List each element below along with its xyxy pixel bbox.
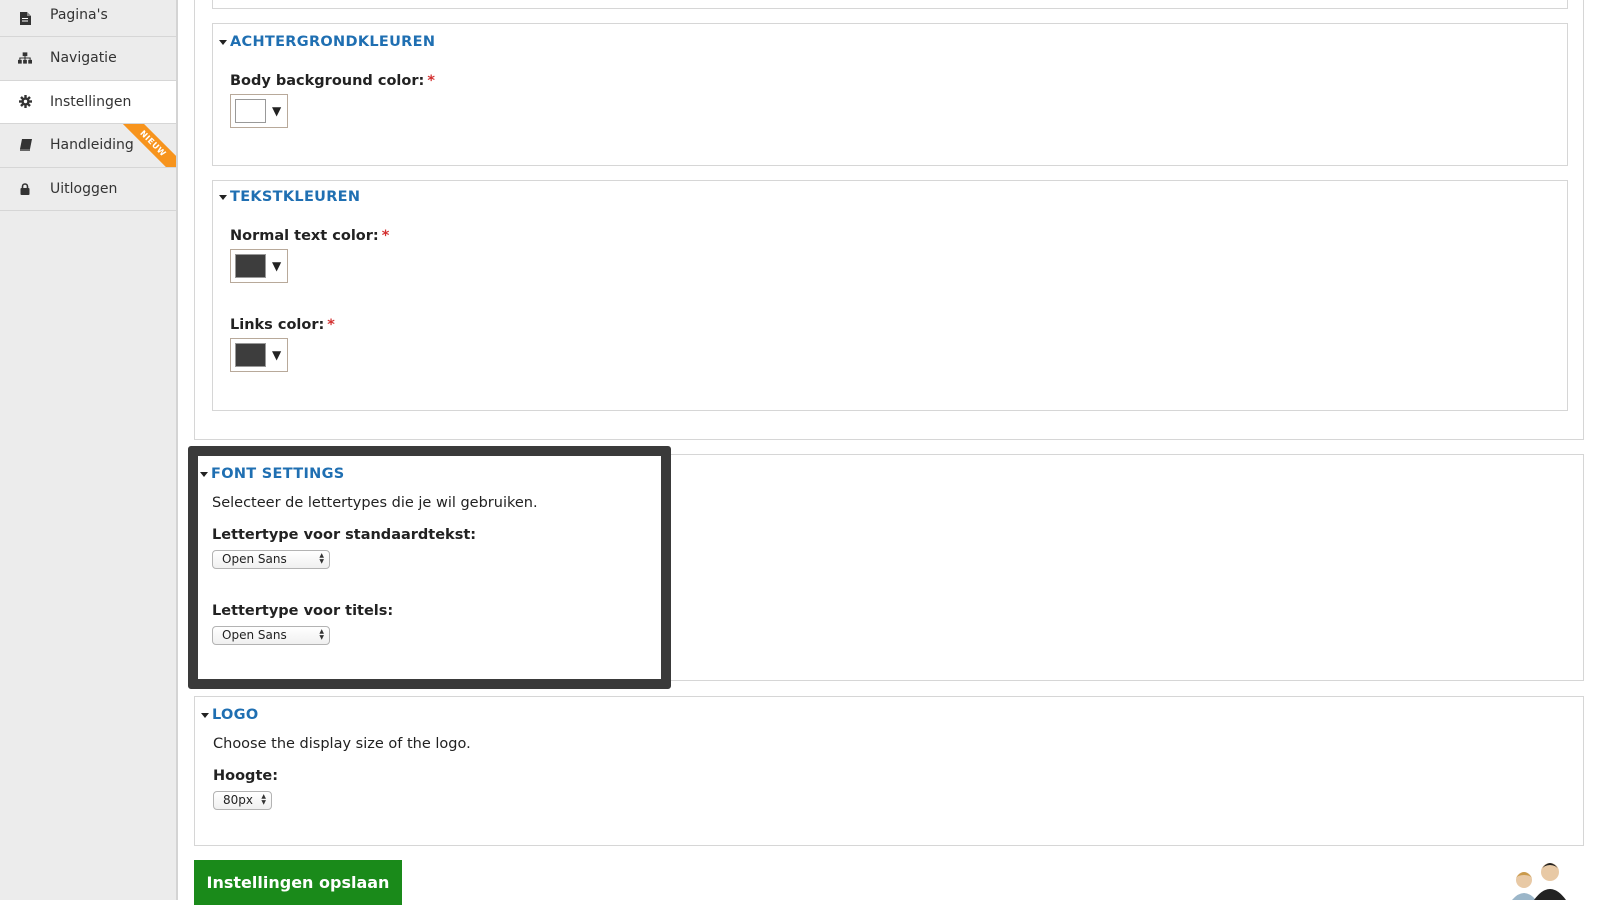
book-icon <box>18 138 32 152</box>
sidebar-item-label: Pagina's <box>50 7 108 23</box>
background-colors-title[interactable]: ACHTERGRONDKLEUREN <box>219 34 435 50</box>
background-colors-panel: ACHTERGRONDKLEUREN Body background color… <box>212 23 1568 166</box>
logo-description: Choose the display size of the logo. <box>213 736 471 752</box>
sidebar-item-label: Handleiding <box>50 137 134 154</box>
titles-font-label: Lettertype voor titels: <box>212 603 394 619</box>
save-settings-button[interactable]: Instellingen opslaan <box>194 860 402 905</box>
normal-text-color-label: Normal text color: * <box>230 228 390 244</box>
sidebar-item-paginas[interactable]: Pagina's <box>0 0 176 37</box>
sidebar-item-navigatie[interactable]: Navigatie <box>0 37 176 81</box>
color-swatch <box>235 99 266 123</box>
collapse-caret-icon <box>201 712 209 718</box>
logo-height-select[interactable]: 80px ▲ ▼ <box>213 791 272 810</box>
standard-font-select[interactable]: Open Sans ▲ ▼ <box>212 550 330 569</box>
font-settings-highlight: FONT SETTINGS Selecteer de lettertypes d… <box>188 446 671 689</box>
required-marker: * <box>381 228 390 244</box>
sidebar: Pagina's Navigatie Instellingen Handleid… <box>0 0 178 900</box>
collapse-caret-icon <box>200 471 208 477</box>
standard-font-label: Lettertype voor standaardtekst: <box>212 527 477 543</box>
document-icon <box>18 11 32 25</box>
select-arrows-icon: ▲ ▼ <box>319 552 324 565</box>
text-colors-panel: TEKSTKLEUREN Normal text color: * ▼ Links… <box>212 180 1568 411</box>
collapse-caret-icon <box>219 194 227 200</box>
color-swatch <box>235 254 266 278</box>
body-background-color-picker[interactable]: ▼ <box>230 94 288 128</box>
gear-icon <box>18 95 32 109</box>
select-arrows-icon: ▲ ▼ <box>261 793 266 806</box>
dropdown-arrow-icon: ▼ <box>272 348 282 362</box>
sidebar-item-handleiding[interactable]: Handleiding NIEUW <box>0 124 176 168</box>
sidebar-item-label: Uitloggen <box>50 180 118 197</box>
lock-icon <box>18 182 32 196</box>
links-color-picker[interactable]: ▼ <box>230 338 288 372</box>
logo-panel: LOGO Choose the display size of the logo… <box>194 696 1584 846</box>
links-color-label: Links color: * <box>230 317 335 333</box>
sidebar-item-instellingen[interactable]: Instellingen <box>0 80 176 124</box>
select-arrows-icon: ▲ ▼ <box>319 628 324 641</box>
logo-height-label: Hoogte: <box>213 768 279 784</box>
dropdown-arrow-icon: ▼ <box>272 104 282 118</box>
sidebar-item-label: Instellingen <box>50 93 132 110</box>
text-colors-title[interactable]: TEKSTKLEUREN <box>219 189 360 205</box>
dropdown-arrow-icon: ▼ <box>272 259 282 273</box>
collapse-caret-icon <box>219 39 227 45</box>
previous-section-panel <box>212 0 1568 9</box>
sidebar-item-label: Navigatie <box>50 50 117 67</box>
titles-font-select[interactable]: Open Sans ▲ ▼ <box>212 626 330 645</box>
sidebar-item-uitloggen[interactable]: Uitloggen <box>0 168 176 211</box>
sitemap-icon <box>18 51 32 65</box>
body-background-label: Body background color: * <box>230 73 435 89</box>
font-settings-title[interactable]: FONT SETTINGS <box>200 466 345 482</box>
required-marker: * <box>327 317 335 333</box>
color-swatch <box>235 343 266 367</box>
font-settings-description: Selecteer de lettertypes die je wil gebr… <box>212 495 538 511</box>
required-marker: * <box>427 73 435 89</box>
logo-title[interactable]: LOGO <box>201 707 258 723</box>
support-avatar[interactable] <box>1510 858 1590 900</box>
normal-text-color-picker[interactable]: ▼ <box>230 249 288 283</box>
